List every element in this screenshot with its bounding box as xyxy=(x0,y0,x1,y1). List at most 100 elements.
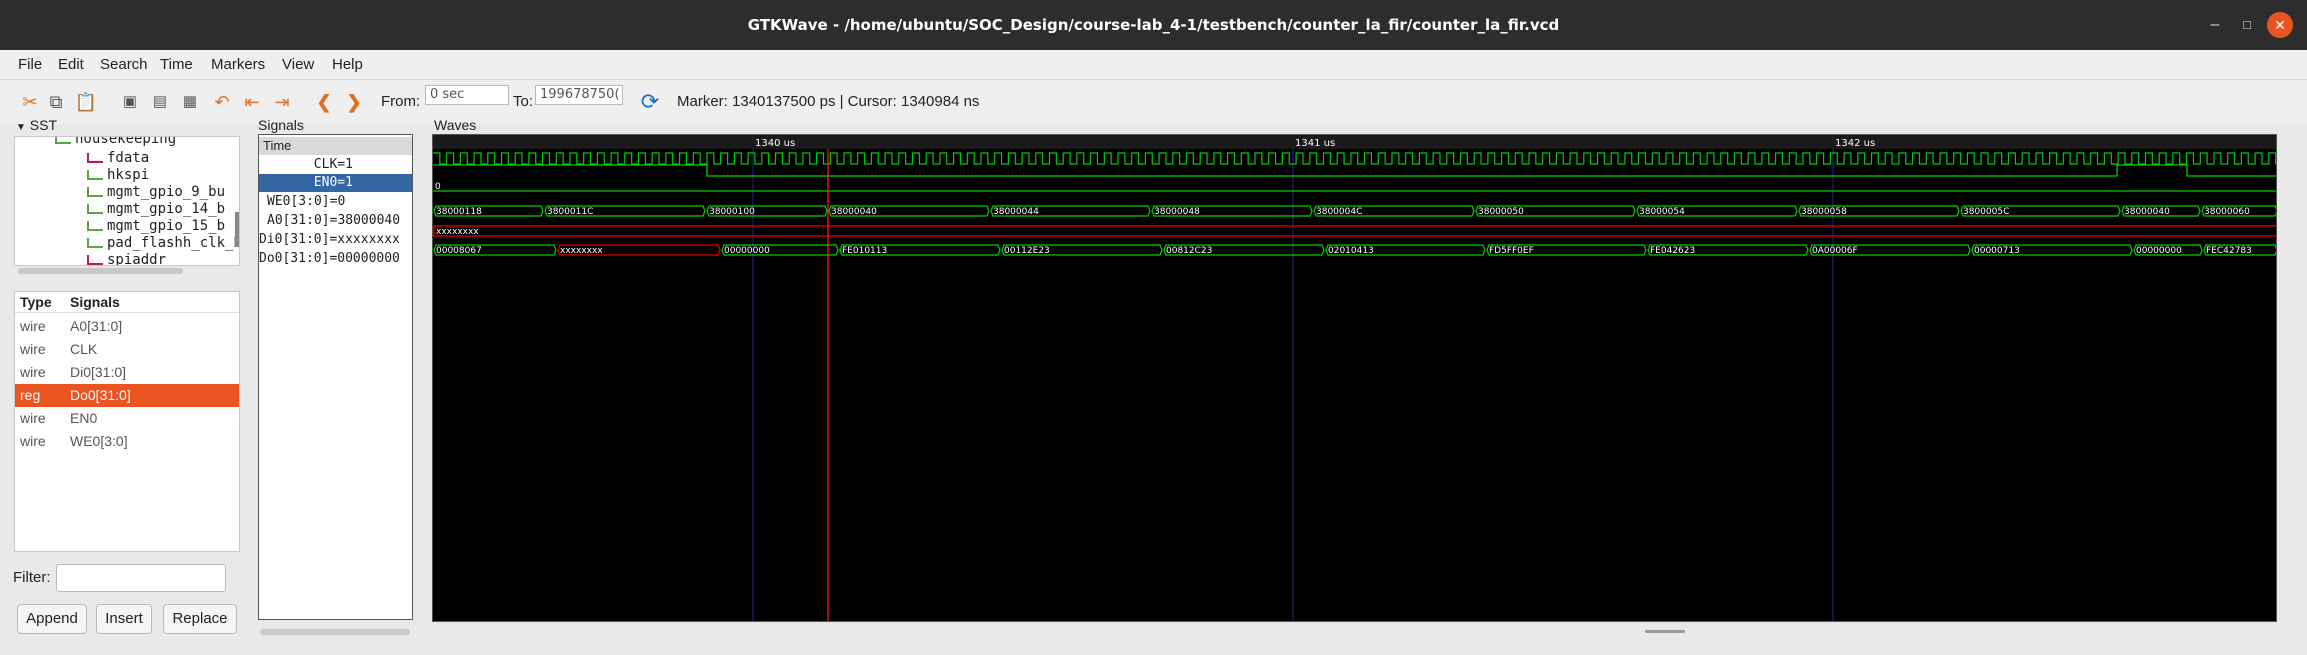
bus-value-label: 38000040 xyxy=(831,207,877,217)
tree-item-gpio15[interactable]: mgmt_gpio_15_b xyxy=(87,218,225,234)
tree-vscroll[interactable] xyxy=(235,212,239,247)
module-icon xyxy=(55,137,71,144)
time-row[interactable]: Time xyxy=(259,137,412,155)
tree-item-spiaddr[interactable]: spiaddr xyxy=(87,252,167,266)
zoom-out-icon[interactable]: ▦ xyxy=(178,90,202,114)
bus-value-label: 00812C23 xyxy=(1166,246,1212,256)
module-icon xyxy=(87,221,103,231)
signal-value-di0[interactable]: Di0[31:0]=xxxxxxxx xyxy=(259,231,412,249)
marker-cursor-readout: Marker: 1340137500 ps | Cursor: 1340984 … xyxy=(677,93,980,110)
menu-markers[interactable]: Markers xyxy=(211,56,265,73)
zoom-in-icon[interactable]: ▤ xyxy=(148,90,172,114)
from-input[interactable]: 0 sec xyxy=(425,85,509,105)
insert-button[interactable]: Insert xyxy=(96,604,152,634)
signal-name: CLK xyxy=(70,341,98,357)
bus-value-label: 00000000 xyxy=(2136,246,2182,256)
menu-help[interactable]: Help xyxy=(332,56,363,73)
tree-item-housekeeping[interactable]: housekeeping xyxy=(55,137,176,147)
menu-file[interactable]: File xyxy=(18,56,42,73)
en0-waveform xyxy=(433,164,2276,177)
bus-value-label: 00000000 xyxy=(724,246,770,256)
waves-panel-label: Waves xyxy=(434,117,477,133)
bus-value-label: xxxxxxxx xyxy=(560,246,603,256)
signal-row-en0[interactable]: wire EN0 xyxy=(15,407,239,430)
module-icon xyxy=(87,170,103,180)
filter-input[interactable] xyxy=(56,564,226,592)
window-title: GTKWave - /home/ubuntu/SOC_Design/course… xyxy=(747,16,1560,34)
zoom-end-icon[interactable]: ⇥ xyxy=(270,90,294,114)
signals-panel-label: Signals xyxy=(258,117,304,133)
signal-row-a0[interactable]: wire A0[31:0] xyxy=(15,315,239,338)
expander-icon: ▼ xyxy=(16,122,26,133)
di0-bus-waveform xyxy=(433,225,2276,237)
signal-row-do0[interactable]: reg Do0[31:0] xyxy=(15,384,239,407)
signal-value-do0[interactable]: Do0[31:0]=00000000 xyxy=(259,250,412,268)
signal-name: Di0[31:0] xyxy=(70,364,127,380)
bus-value-label: 38000058 xyxy=(1801,207,1847,217)
close-icon[interactable]: ✕ xyxy=(2267,12,2293,38)
signal-type: wire xyxy=(20,364,46,380)
signal-type: wire xyxy=(20,341,46,357)
we0-value-label: 0 xyxy=(435,182,441,192)
sst-label: SST xyxy=(29,117,58,133)
prev-edge-icon[interactable]: ❮ xyxy=(312,90,336,114)
signal-row-clk[interactable]: wire CLK xyxy=(15,338,239,361)
signal-type: reg xyxy=(20,387,41,403)
reload-icon[interactable]: ⟳ xyxy=(638,90,662,114)
waves-hscroll[interactable] xyxy=(1645,630,1685,633)
bus-value-label: 38000050 xyxy=(1478,207,1524,217)
module-icon xyxy=(87,255,103,265)
bus-value-label: 38000054 xyxy=(1639,207,1685,217)
zoom-fit-icon[interactable]: ▣ xyxy=(118,90,142,114)
module-icon xyxy=(87,153,103,163)
menu-search[interactable]: Search xyxy=(100,56,148,73)
bus-value-label: 3800005C xyxy=(1963,207,2009,217)
tree-label: spiaddr xyxy=(107,252,167,266)
signal-name: WE0[3:0] xyxy=(70,433,128,449)
bus-value-label: FE042623 xyxy=(1650,246,1695,256)
waves-panel[interactable]: 1340 us 1341 us 1342 us 0 38000118 380001… xyxy=(432,134,2277,622)
tree-item-hkspi[interactable]: hkspi xyxy=(87,167,149,183)
time-marker-label: 1340 us xyxy=(755,138,795,149)
cut-icon[interactable]: ✂ xyxy=(18,90,42,114)
type-header[interactable]: Type xyxy=(20,294,52,310)
to-input[interactable]: 199678750( xyxy=(535,85,623,105)
next-edge-icon[interactable]: ❯ xyxy=(342,90,366,114)
menu-time[interactable]: Time xyxy=(160,56,193,73)
signals-panel: Time CLK=1 EN0=1 WE0[3:0]=0 A0[31:0]=380… xyxy=(258,134,413,620)
append-button[interactable]: Append xyxy=(17,604,87,634)
di0-value-label: xxxxxxxx xyxy=(436,227,479,237)
tree-label: fdata xyxy=(107,150,150,166)
time-ruler xyxy=(433,135,2276,149)
signals-header[interactable]: Signals xyxy=(70,294,120,310)
bus-value-label: 3800004C xyxy=(1316,207,1362,217)
sst-header[interactable]: ▼ SST xyxy=(16,117,57,133)
maximize-icon[interactable]: □ xyxy=(2234,12,2260,38)
bus-value-label: 00112E23 xyxy=(1004,246,1050,256)
waveform-canvas[interactable]: 1340 us 1341 us 1342 us 0 38000118 380001… xyxy=(433,135,2277,622)
title-bar: GTKWave - /home/ubuntu/SOC_Design/course… xyxy=(0,0,2307,50)
replace-button[interactable]: Replace xyxy=(163,604,237,634)
signal-row-we0[interactable]: wire WE0[3:0] xyxy=(15,430,239,453)
paste-icon[interactable]: 📋 xyxy=(74,90,98,114)
menu-view[interactable]: View xyxy=(282,56,314,73)
signal-row-di0[interactable]: wire Di0[31:0] xyxy=(15,361,239,384)
signal-name: A0[31:0] xyxy=(70,318,123,334)
signal-value-clk[interactable]: CLK=1 xyxy=(259,156,412,174)
signals-hscroll[interactable] xyxy=(260,629,410,635)
a0-bus-waveform: 38000118 3800011C 38000100 38000040 38000044… xyxy=(433,205,2276,217)
tree-item-fdata[interactable]: fdata xyxy=(87,150,149,166)
tree-item-gpio9[interactable]: mgmt_gpio_9_bu xyxy=(87,184,225,200)
tree-label: pad_flashh_clk_b xyxy=(107,235,240,251)
minimize-icon[interactable]: – xyxy=(2202,12,2228,38)
signal-value-we0[interactable]: WE0[3:0]=0 xyxy=(259,193,412,211)
tree-item-gpio14[interactable]: mgmt_gpio_14_b xyxy=(87,201,225,217)
tree-item-pad-flashh[interactable]: pad_flashh_clk_b xyxy=(87,235,240,251)
undo-zoom-icon[interactable]: ↶ xyxy=(210,90,234,114)
sst-hscroll[interactable] xyxy=(18,268,183,274)
menu-edit[interactable]: Edit xyxy=(58,56,84,73)
signal-value-a0[interactable]: A0[31:0]=38000040 xyxy=(259,212,412,230)
copy-icon[interactable]: ⧉ xyxy=(44,90,68,114)
signal-value-en0[interactable]: EN0=1 xyxy=(259,174,412,192)
zoom-start-icon[interactable]: ⇤ xyxy=(240,90,264,114)
